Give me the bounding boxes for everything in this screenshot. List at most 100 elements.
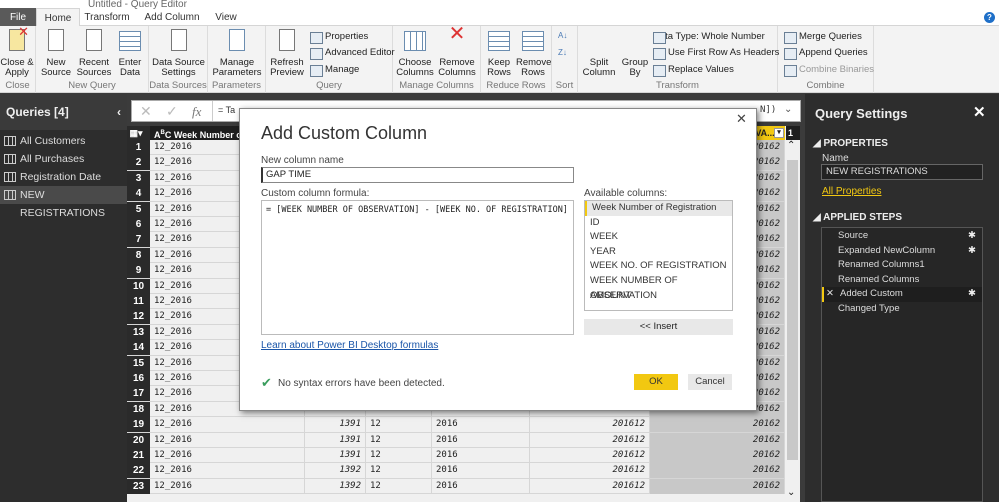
available-column-item[interactable]: ID xyxy=(585,216,732,231)
table-cell[interactable]: 20162 xyxy=(650,417,785,433)
query-item[interactable]: Registration Date xyxy=(0,168,127,186)
gear-icon[interactable]: ✱ xyxy=(968,287,976,302)
table-cell[interactable]: 2016 xyxy=(432,432,530,448)
manage-parameters-button[interactable]: Manage Parameters xyxy=(210,29,264,78)
table-cell[interactable]: 20162 xyxy=(650,432,785,448)
use-first-row-headers-button[interactable]: Use First Row As Headers xyxy=(653,47,779,60)
available-column-item[interactable]: AMOUNT xyxy=(585,289,732,304)
available-column-item[interactable]: WEEK xyxy=(585,230,732,245)
table-cell[interactable]: 12 xyxy=(366,478,432,494)
formula-text-start[interactable]: = Ta xyxy=(218,105,235,115)
properties-button[interactable]: Properties xyxy=(310,31,368,44)
remove-rows-button[interactable]: Remove Rows xyxy=(516,29,551,78)
manage-button[interactable]: Manage xyxy=(310,64,359,77)
group-by-button[interactable]: Group By xyxy=(620,29,650,78)
applied-step[interactable]: Renamed Columns1 xyxy=(822,258,982,273)
cancel-formula-icon[interactable]: ✕ xyxy=(140,103,152,120)
table-cell[interactable]: 1391 xyxy=(305,432,366,448)
applied-steps-section[interactable]: ◢ APPLIED STEPS xyxy=(813,212,902,223)
table-cell[interactable]: 12_2016 xyxy=(150,448,305,463)
keep-rows-button[interactable]: Keep Rows xyxy=(483,29,515,78)
column-filter-dropdown[interactable]: ▾ xyxy=(774,128,784,138)
enter-data-button[interactable]: Enter Data xyxy=(116,29,144,78)
insert-button[interactable]: << Insert xyxy=(584,319,733,335)
learn-formulas-link[interactable]: Learn about Power BI Desktop formulas xyxy=(261,340,438,351)
properties-section[interactable]: ◢ PROPERTIES xyxy=(813,138,888,149)
table-cell[interactable]: 1392 xyxy=(305,478,366,494)
data-type-dropdown[interactable]: Data Type: Whole Number xyxy=(653,31,765,44)
table-cell[interactable]: 12 xyxy=(366,417,432,433)
new-column-name-input[interactable]: GAP TIME xyxy=(261,167,574,183)
tab-add-column[interactable]: Add Column xyxy=(140,8,204,26)
replace-values-button[interactable]: Replace Values xyxy=(653,64,734,77)
table-cell[interactable]: 201612 xyxy=(530,463,650,479)
advanced-editor-button[interactable]: Advanced Editor xyxy=(310,47,395,60)
recent-sources-button[interactable]: Recent Sources xyxy=(76,29,112,78)
formula-text-end[interactable]: N]) xyxy=(760,105,776,115)
table-cell[interactable]: 20162 xyxy=(650,463,785,479)
table-cell[interactable]: 20162 xyxy=(650,448,785,463)
new-source-button[interactable]: New Source xyxy=(40,29,72,78)
table-cell[interactable]: 201612 xyxy=(530,417,650,433)
table-cell[interactable]: 12_2016 xyxy=(150,478,305,494)
ok-button[interactable]: OK xyxy=(634,374,678,390)
available-column-item[interactable]: Week Number of Registration xyxy=(585,201,732,216)
table-cell[interactable]: 1391 xyxy=(305,417,366,433)
gear-icon[interactable]: ✱ xyxy=(968,244,976,259)
table-cell[interactable]: 201612 xyxy=(530,478,650,494)
table-cell[interactable]: 2016 xyxy=(432,463,530,479)
all-properties-link[interactable]: All Properties xyxy=(822,186,881,197)
table-cell[interactable]: 12 xyxy=(366,448,432,463)
merge-queries-button[interactable]: Merge Queries xyxy=(784,31,862,44)
commit-formula-icon[interactable]: ✓ xyxy=(166,103,178,120)
query-item[interactable]: All Customers xyxy=(0,132,127,150)
tab-home[interactable]: Home xyxy=(36,8,80,27)
cancel-button[interactable]: Cancel xyxy=(688,374,732,390)
close-settings-icon[interactable]: ✕ xyxy=(973,103,986,121)
column-header-next[interactable]: 1 xyxy=(786,126,800,140)
table-menu-icon[interactable]: ▦▾ xyxy=(127,126,150,140)
available-column-item[interactable]: WEEK NUMBER OF OBSERVATION xyxy=(585,274,732,301)
append-queries-button[interactable]: Append Queries xyxy=(784,47,868,60)
tab-transform[interactable]: Transform xyxy=(82,8,132,26)
vertical-scrollbar[interactable]: ⌃ ⌄ xyxy=(785,140,800,502)
close-dialog-icon[interactable]: ✕ xyxy=(736,111,747,127)
table-cell[interactable]: 2016 xyxy=(432,448,530,463)
query-item[interactable]: NEW REGISTRATIONS xyxy=(0,186,127,219)
applied-step[interactable]: Renamed Columns xyxy=(822,273,982,288)
applied-step[interactable]: Source ✱ xyxy=(822,229,982,244)
choose-columns-button[interactable]: Choose Columns xyxy=(395,29,435,78)
collapse-chevron-icon[interactable]: ‹ xyxy=(117,94,121,130)
remove-columns-button[interactable]: ✕ Remove Columns xyxy=(435,24,479,78)
table-cell[interactable]: 201612 xyxy=(530,448,650,463)
table-cell[interactable]: 12 xyxy=(366,432,432,448)
table-cell[interactable]: 201612 xyxy=(530,432,650,448)
table-cell[interactable]: 2016 xyxy=(432,417,530,433)
refresh-preview-button[interactable]: Refresh Preview xyxy=(268,29,306,78)
query-name-input[interactable]: NEW REGISTRATIONS xyxy=(821,164,983,180)
applied-step[interactable]: Expanded NewColumn ✱ xyxy=(822,244,982,259)
custom-formula-textarea[interactable]: = [WEEK NUMBER OF OBSERVATION] - [WEEK N… xyxy=(261,200,574,335)
table-cell[interactable]: 20162 xyxy=(650,478,785,494)
applied-step[interactable]: Changed Type xyxy=(822,302,982,317)
query-item[interactable]: All Purchases xyxy=(0,150,127,168)
help-icon[interactable]: ? xyxy=(984,12,995,23)
table-cell[interactable]: 12_2016 xyxy=(150,463,305,479)
data-source-settings-button[interactable]: Data Source Settings xyxy=(151,29,206,78)
sort-descending-icon[interactable]: Z↓ xyxy=(558,48,567,57)
applied-step[interactable]: ✕ Added Custom ✱ xyxy=(822,287,982,302)
table-cell[interactable]: 12 xyxy=(366,463,432,479)
gear-icon[interactable]: ✱ xyxy=(968,229,976,244)
available-column-item[interactable]: YEAR xyxy=(585,245,732,260)
table-cell[interactable]: 12_2016 xyxy=(150,432,305,448)
delete-step-icon[interactable]: ✕ xyxy=(826,287,834,302)
expand-formula-icon[interactable]: ⌄ xyxy=(784,104,792,115)
available-column-item[interactable]: WEEK NO. OF REGISTRATION xyxy=(585,259,732,274)
tab-view[interactable]: View xyxy=(208,8,244,26)
table-cell[interactable]: 2016 xyxy=(432,478,530,494)
combine-binaries-button[interactable]: Combine Binaries xyxy=(784,64,874,77)
table-cell[interactable]: 1391 xyxy=(305,448,366,463)
table-cell[interactable]: 1392 xyxy=(305,463,366,479)
sort-ascending-icon[interactable]: A↓ xyxy=(558,31,567,40)
table-cell[interactable]: 12_2016 xyxy=(150,417,305,433)
